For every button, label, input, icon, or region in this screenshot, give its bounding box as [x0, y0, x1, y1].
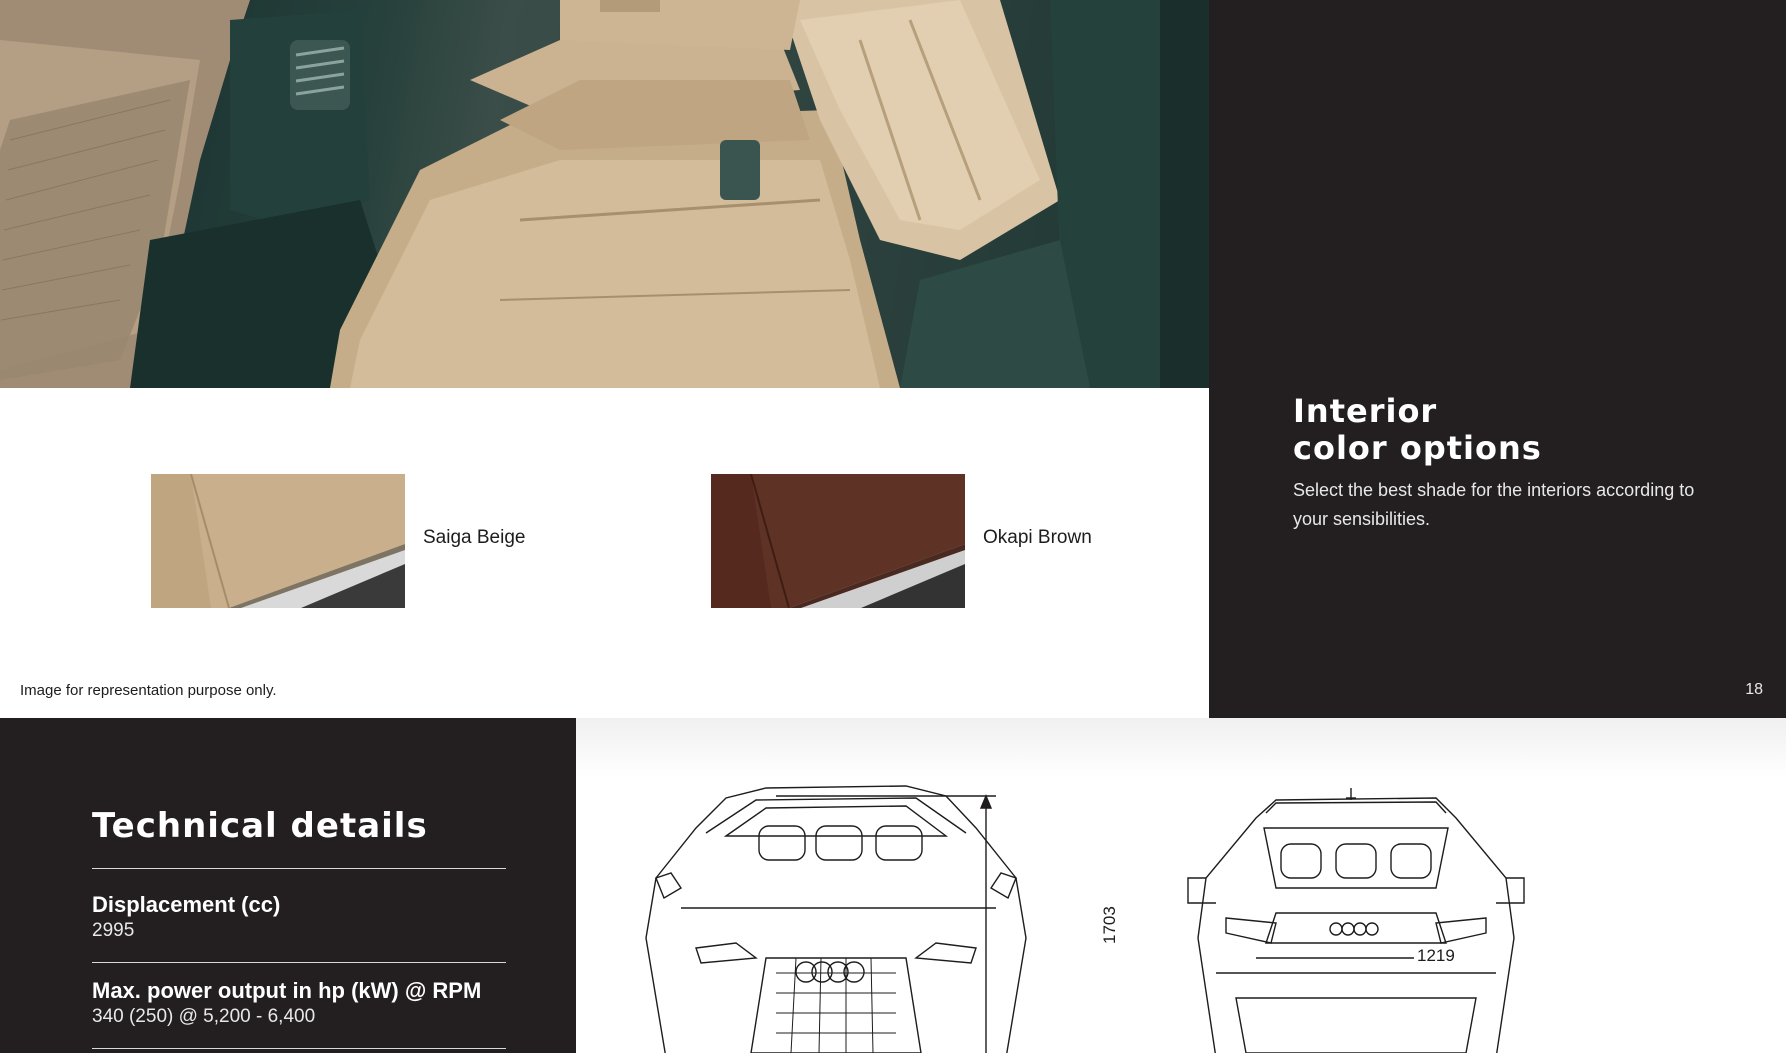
- interior-page: Saiga Beige Okapi Brown Image for repres…: [0, 0, 1786, 718]
- spec-value-displacement: 2995: [92, 920, 135, 941]
- front-view-drawing: [645, 785, 1027, 1053]
- track-width-dimension-label: 1219: [1414, 946, 1458, 966]
- interior-info-panel: Interior color options Select the best s…: [1209, 0, 1786, 718]
- swatch-label-saiga-beige: Saiga Beige: [423, 527, 526, 548]
- divider: [92, 868, 506, 869]
- swatch-label-okapi-brown: Okapi Brown: [983, 527, 1092, 548]
- swatches-area: Saiga Beige Okapi Brown Image for repres…: [0, 388, 1209, 718]
- spec-label-displacement: Displacement (cc): [92, 892, 281, 917]
- saiga-beige-swatch: [151, 474, 405, 608]
- okapi-brown-swatch: [711, 474, 965, 608]
- technical-page: Technical details Displacement (cc) 2995…: [0, 718, 1786, 1053]
- technical-title: Technical details: [92, 806, 428, 846]
- interior-description: Select the best shade for the interiors …: [1293, 480, 1695, 529]
- disclaimer: Image for representation purpose only.: [20, 682, 277, 699]
- rear-seat-photo: [0, 0, 1209, 388]
- page-number: 18: [1745, 681, 1763, 698]
- dimension-drawings: 1703 1219: [576, 718, 1786, 1053]
- spec-label-power: Max. power output in hp (kW) @ RPM: [92, 978, 482, 1003]
- technical-panel: Technical details Displacement (cc) 2995…: [0, 718, 576, 1053]
- divider: [92, 962, 506, 963]
- spec-value-power: 340 (250) @ 5,200 - 6,400: [92, 1006, 316, 1027]
- rear-view-drawing: [1187, 788, 1525, 1053]
- divider: [92, 1048, 506, 1049]
- height-dimension-label: 1703: [1100, 903, 1120, 947]
- interior-title: Interior color options: [1293, 392, 1542, 467]
